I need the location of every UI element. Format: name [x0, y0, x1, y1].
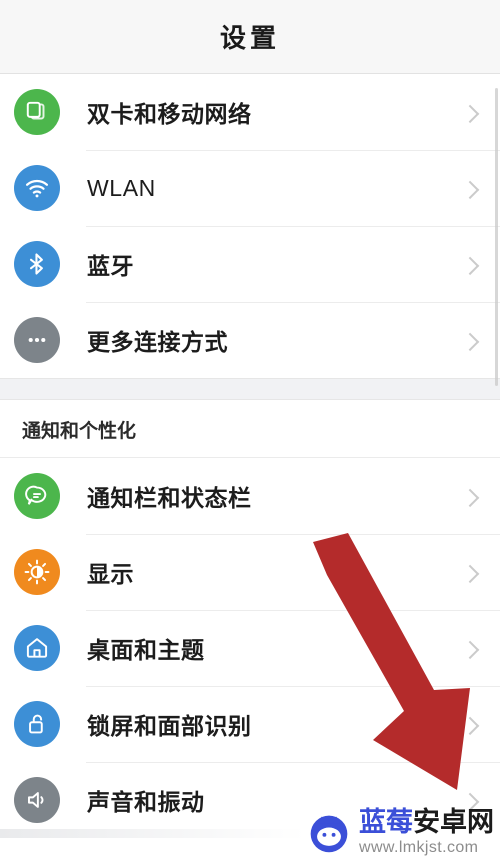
chevron-right-icon [460, 640, 480, 660]
settings-screen: 设置 双卡和移动网络 WLAN 蓝牙 更多连接方式 通知和个性化 通知栏和状态栏… [0, 0, 500, 858]
sidebar-item-label: 更多连接方式 [87, 329, 228, 355]
sidebar-item-notification-bar[interactable]: 通知栏和状态栏 [0, 458, 500, 534]
sim-card-icon [14, 89, 60, 135]
connectivity-group: 双卡和移动网络 WLAN 蓝牙 更多连接方式 [0, 74, 500, 378]
sidebar-item-label: 双卡和移动网络 [87, 101, 252, 127]
watermark-name-dark: 安卓网 [413, 807, 494, 837]
sidebar-item-label: 显示 [87, 561, 134, 587]
bluetooth-icon [14, 241, 60, 287]
sidebar-item-bluetooth[interactable]: 蓝牙 [0, 226, 500, 302]
vertical-scrollbar[interactable] [495, 88, 498, 386]
wifi-icon [14, 165, 60, 211]
chevron-right-icon [460, 180, 480, 200]
chevron-right-icon [460, 716, 480, 736]
chevron-right-icon [460, 332, 480, 352]
chevron-right-icon [460, 488, 480, 508]
notifications-group: 通知栏和状态栏 显示 桌面和主题 锁屏和面部识别 声音和振动 [0, 458, 500, 838]
chevron-right-icon [460, 564, 480, 584]
chevron-right-icon [460, 104, 480, 124]
sidebar-item-more-connections[interactable]: 更多连接方式 [0, 302, 500, 378]
watermark-name: 蓝莓安卓网 [359, 809, 494, 836]
chevron-right-icon [460, 256, 480, 276]
sidebar-item-label: 通知栏和状态栏 [87, 485, 252, 511]
bottom-fade-divider [0, 829, 305, 838]
watermark-url: www.lmkjst.com [359, 839, 479, 856]
chat-bubble-icon [14, 473, 60, 519]
section-header-notifications: 通知和个性化 [0, 400, 500, 458]
sidebar-item-home-theme[interactable]: 桌面和主题 [0, 610, 500, 686]
sidebar-item-label: WLAN [87, 174, 156, 201]
android-robot-icon [310, 815, 348, 852]
page-title: 设置 [219, 23, 280, 53]
sidebar-item-lockscreen-face[interactable]: 锁屏和面部识别 [0, 686, 500, 762]
sidebar-item-dual-sim[interactable]: 双卡和移动网络 [0, 74, 500, 150]
ellipsis-icon [14, 317, 60, 363]
unlock-icon [14, 701, 60, 747]
sidebar-item-label: 声音和振动 [87, 789, 205, 815]
watermark-name-blue: 蓝莓 [359, 807, 413, 837]
sidebar-item-wlan[interactable]: WLAN [0, 150, 500, 226]
speaker-icon [14, 777, 60, 823]
sidebar-item-label: 锁屏和面部识别 [87, 713, 252, 739]
sidebar-item-display[interactable]: 显示 [0, 534, 500, 610]
brightness-icon [14, 549, 60, 595]
sidebar-item-label: 蓝牙 [87, 253, 134, 279]
app-header: 设置 [0, 0, 500, 74]
group-divider [0, 378, 500, 400]
watermark: 蓝莓安卓网 www.lmkjst.com [307, 809, 494, 856]
home-icon [14, 625, 60, 671]
sidebar-item-label: 桌面和主题 [87, 637, 205, 663]
